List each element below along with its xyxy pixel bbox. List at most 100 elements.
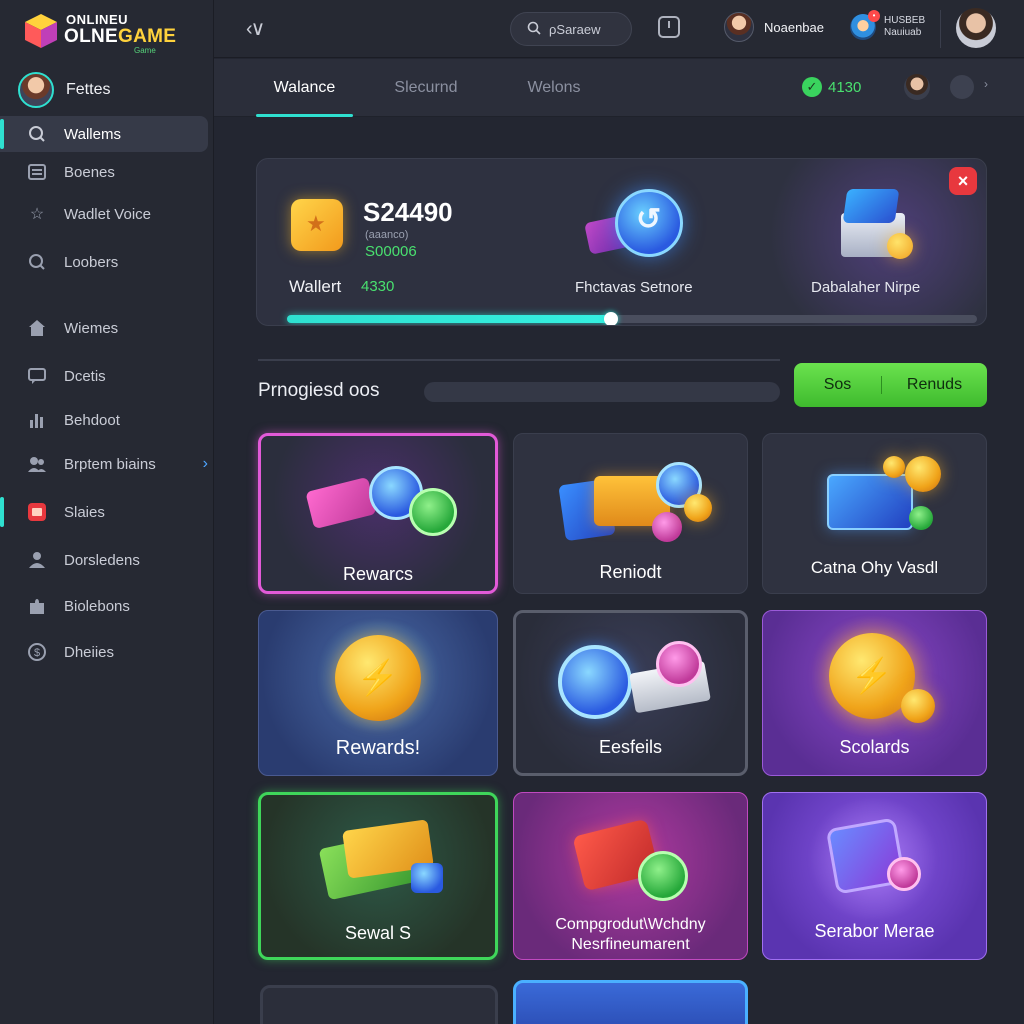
sidebar: ONLINEU OLNEGAME Game Fettes Wallems Boe… xyxy=(0,0,214,1024)
wallet-card: S24490 (aaanco) S00006 Wallert 4330 Fhct… xyxy=(256,158,987,326)
lightning-coin-icon xyxy=(259,611,497,735)
box-lid xyxy=(842,189,900,223)
tile-serabor-merae[interactable]: Serabor Merae xyxy=(762,792,987,960)
notification-text: HUSBEB Nauiuab xyxy=(884,15,925,39)
tile-label: Serabor Merae xyxy=(814,921,935,941)
notification-line1: HUSBEB xyxy=(884,15,926,26)
section-search-bar[interactable] xyxy=(424,382,780,402)
sidebar-item-brptem-biains[interactable]: Brptem biains › xyxy=(0,446,208,482)
sidebar-item-wiemes[interactable]: Wiemes xyxy=(0,310,208,346)
search-icon xyxy=(26,123,48,145)
logo-line2a: OLNE xyxy=(64,26,118,47)
avatar xyxy=(18,72,54,108)
box-icon xyxy=(26,501,48,523)
close-button[interactable]: × xyxy=(949,167,977,195)
wallet-amount: S24490 xyxy=(363,197,453,227)
sidebar-item-behdoot[interactable]: Behdoot xyxy=(0,402,208,438)
balance-value: 4130 xyxy=(828,78,862,96)
tab-welons[interactable]: Welons xyxy=(512,59,596,117)
tab-walance[interactable]: Walance xyxy=(256,59,353,117)
more-icon[interactable] xyxy=(950,75,974,99)
app-logo[interactable]: ONLINEU OLNEGAME Game xyxy=(22,10,202,55)
tile-partial[interactable] xyxy=(260,985,498,1024)
top-user[interactable]: Noaenbae xyxy=(724,12,824,42)
tile-label: Catna Ohy Vasdl xyxy=(810,558,939,577)
tab-slecurnd[interactable]: Slecurnd xyxy=(378,59,474,117)
tile-reniodt[interactable]: Reniodt xyxy=(513,433,748,594)
dollar-icon: $ xyxy=(26,641,48,663)
sidebar-item-dorsledens[interactable]: Dorsledens xyxy=(0,542,208,578)
avatar[interactable] xyxy=(904,74,930,100)
cash-stack-icon xyxy=(261,795,495,917)
wallet-sub-value: S00006 xyxy=(365,243,417,260)
chat-icon xyxy=(26,365,48,387)
logo-line3: Game xyxy=(134,46,156,55)
rewards-button[interactable]: Sos Renuds xyxy=(794,363,987,407)
tile-rewards[interactable]: Rewards! xyxy=(258,610,498,776)
logo-cube-icon xyxy=(25,14,57,48)
active-marker xyxy=(0,119,4,149)
sidebar-item-label: Boenes xyxy=(64,163,115,181)
button-left-label: Sos xyxy=(794,376,882,394)
sidebar-item-label: Dcetis xyxy=(64,367,106,385)
lightning-coin-icon xyxy=(763,611,986,737)
tile-eesfeils[interactable]: Eesfeils xyxy=(513,610,748,776)
sidebar-item-wallems[interactable]: Wallems xyxy=(0,116,208,152)
profile-name: Fettes xyxy=(66,81,111,98)
sidebar-item-label: Slaies xyxy=(64,503,105,521)
sidebar-item-boenes[interactable]: Boenes xyxy=(0,154,208,190)
tile-rewarcs[interactable]: Rewarcs xyxy=(258,433,498,594)
sidebar-item-label: Biolebons xyxy=(64,597,130,615)
progress-fill xyxy=(287,315,612,323)
top-user-name: Noaenbae xyxy=(764,19,824,35)
sidebar-item-slaies[interactable]: Slaies xyxy=(0,494,208,530)
right-label: Dabalaher Nirpe xyxy=(811,279,921,296)
badge-cash-icon xyxy=(516,613,745,733)
sidebar-item-dcetis[interactable]: Dcetis xyxy=(0,358,208,394)
wallet-label-value: 4330 xyxy=(361,278,395,295)
tile-label: Reniodt xyxy=(599,562,662,582)
wallet-progress-bar[interactable] xyxy=(287,312,977,325)
tile-scolards[interactable]: Scolards xyxy=(762,610,987,776)
exchange-icon[interactable] xyxy=(584,189,691,265)
tile-partial[interactable] xyxy=(513,980,748,1024)
profile-avatar[interactable] xyxy=(956,8,996,48)
sidebar-item-label: Wadlet Voice xyxy=(64,205,151,223)
home-icon xyxy=(26,317,48,339)
divider xyxy=(940,10,941,48)
sidebar-profile[interactable]: Fettes xyxy=(18,70,198,110)
star-icon: ☆ xyxy=(29,206,45,223)
tile-compgrodut[interactable]: Compgrodut\Wchdny Nesrfineumarent xyxy=(513,792,748,960)
sidebar-item-label: Wiemes xyxy=(64,319,119,337)
search-input[interactable]: ρSaraew xyxy=(510,12,632,46)
treasure-box-icon[interactable] xyxy=(833,189,913,265)
balance-indicator: ✓ 4130 xyxy=(802,77,861,97)
sidebar-item-label: Behdoot xyxy=(64,411,120,429)
search-icon xyxy=(26,251,48,273)
tile-label: Scolards xyxy=(839,737,910,757)
search-icon xyxy=(527,21,541,38)
notification-line2: Nauiuab xyxy=(884,27,922,38)
notification-badge: • xyxy=(868,10,880,22)
section-title: Prnogiesd oos xyxy=(258,380,380,401)
sidebar-item-label: Loobers xyxy=(64,253,119,271)
progress-knob[interactable] xyxy=(604,312,619,325)
sidebar-item-biolebons[interactable]: Biolebons xyxy=(0,588,208,624)
button-right-label: Renuds xyxy=(906,376,963,393)
sidebar-item-dheiies[interactable]: $ Dheiies xyxy=(0,634,208,670)
mid-label: Fhctavas Setnore xyxy=(575,279,693,296)
sidebar-item-label: Wallems xyxy=(64,125,121,143)
back-chevron-icon[interactable]: ‹∨ xyxy=(246,16,265,41)
tile-sewal-s[interactable]: Sewal S xyxy=(258,792,498,960)
notification-avatar-icon: • xyxy=(850,10,880,40)
timer-icon[interactable] xyxy=(658,16,680,38)
chevron-icon[interactable]: › xyxy=(984,77,988,91)
refresh-orb-icon xyxy=(615,189,683,257)
notifications[interactable]: • HUSBEB Nauiuab xyxy=(850,10,925,40)
tile-catna-ohy-vasdl[interactable]: Catna Ohy Vasdl xyxy=(762,433,987,594)
users-icon xyxy=(26,549,48,571)
sidebar-item-loobers[interactable]: Loobers xyxy=(0,244,208,280)
card-coins-icon xyxy=(763,434,986,553)
wallet-coin-icon xyxy=(291,199,343,251)
sidebar-item-wadlet-voice[interactable]: ☆ Wadlet Voice xyxy=(0,196,208,232)
